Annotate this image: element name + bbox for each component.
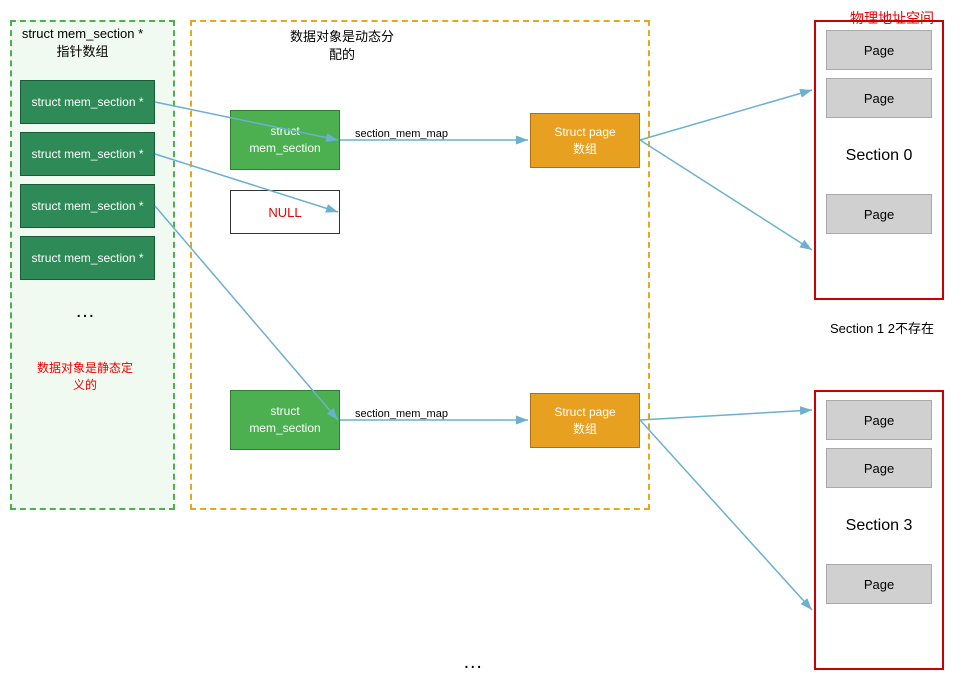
left-dots: … (75, 300, 97, 323)
left-box-title-line1: struct mem_section * (22, 26, 143, 41)
struct-box-1: structmem_section (230, 110, 340, 170)
page-box-0-1: Page (826, 78, 932, 118)
page-box-3-2: Page (826, 564, 932, 604)
arrow-label-1: section_mem_map (355, 128, 448, 140)
left-bottom-label-line2: 义的 (73, 378, 97, 392)
arrow-pagearray2-section3-top (640, 410, 812, 420)
page-box-0-2: Page (826, 194, 932, 234)
arrow-pagearray1-section0-top (640, 90, 812, 140)
left-bottom-label: 数据对象是静态定 义的 (15, 360, 155, 394)
section-12-label: Section 1 2不存在 (830, 318, 934, 337)
section-0-label: Section 0 (816, 126, 942, 186)
section-3-box: Page Page Section 3 Page (814, 390, 944, 670)
page-box-0-0: Page (826, 30, 932, 70)
struct-box-2: structmem_section (230, 390, 340, 450)
arrow-pagearray1-section0-bottom (640, 140, 812, 250)
ptr-item-3: struct mem_section * (20, 184, 155, 228)
page-box-3-0: Page (826, 400, 932, 440)
left-bottom-label-line1: 数据对象是静态定 (37, 361, 133, 375)
arrow-label-2: section_mem_map (355, 408, 448, 420)
ptr-item-4: struct mem_section * (20, 236, 155, 280)
mid-box-title-line1: 数据对象是动态分 (290, 29, 394, 44)
section-0-box: Page Page Section 0 Page (814, 20, 944, 300)
diagram-container: 物理地址空间 struct mem_section * 指针数组 struct … (0, 0, 964, 694)
page-box-3-1: Page (826, 448, 932, 488)
page-array-box-2: Struct page数组 (530, 393, 640, 448)
ptr-item-1: struct mem_section * (20, 80, 155, 124)
ptr-item-2: struct mem_section * (20, 132, 155, 176)
arrow-pagearray2-section3-bottom (640, 420, 812, 610)
page-array-box-1: Struct page数组 (530, 113, 640, 168)
left-box-title: struct mem_section * 指针数组 (10, 25, 155, 61)
left-box-title-line2: 指针数组 (56, 44, 108, 59)
section-3-label: Section 3 (816, 496, 942, 556)
null-box: NULL (230, 190, 340, 234)
mid-box-title-line2: 配的 (329, 47, 355, 62)
bottom-dots: … (463, 651, 485, 674)
mid-box-title: 数据对象是动态分 配的 (290, 28, 394, 64)
